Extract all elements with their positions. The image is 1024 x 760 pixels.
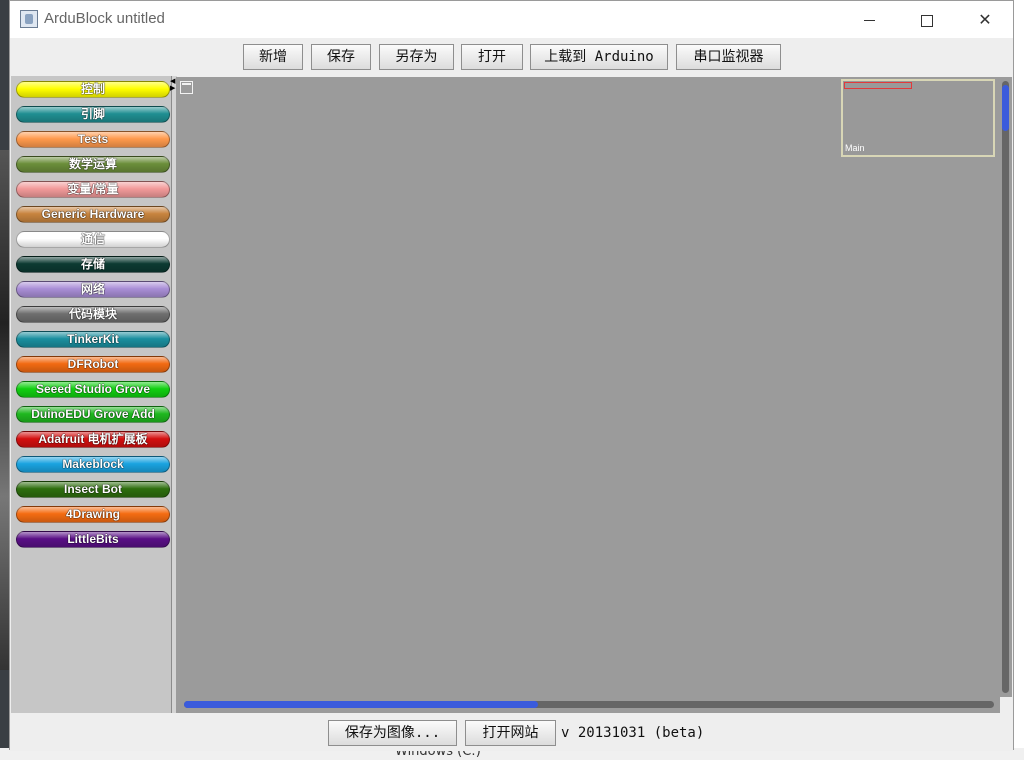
close-icon: ✕ <box>978 10 992 29</box>
toolbar: 新增 保存 另存为 打开 上载到 Arduino 串口监视器 <box>10 38 1013 76</box>
palette-drawer[interactable]: Adafruit 电机扩展板 <box>16 431 170 448</box>
vertical-scroll-thumb[interactable] <box>1002 85 1009 131</box>
minimize-icon <box>863 20 875 21</box>
palette-drawer[interactable]: Insect Bot <box>16 481 170 498</box>
status-bar: 保存为图像... 打开网站 v 20131031 (beta) <box>10 713 1013 751</box>
palette-drawer[interactable]: 代码模块 <box>16 306 170 323</box>
open-button[interactable]: 打开 <box>461 44 523 70</box>
serial-monitor-button[interactable]: 串口监视器 <box>676 44 781 70</box>
palette-drawer[interactable]: 4Drawing <box>16 506 170 523</box>
maximize-icon <box>921 14 933 27</box>
upload-to-arduino-button[interactable]: 上载到 Arduino <box>530 44 668 70</box>
version-label: v 20131031 (beta) <box>561 725 705 741</box>
new-button[interactable]: 新增 <box>243 44 303 70</box>
splitter-arrows-icon[interactable]: ◀ ▶ <box>170 78 175 92</box>
palette-drawer[interactable]: 控制 <box>16 81 170 98</box>
desktop-background-right <box>1014 0 1024 760</box>
horizontal-scrollbar[interactable] <box>176 697 1000 713</box>
palette-drawer[interactable]: 通信 <box>16 231 170 248</box>
workspace-canvas[interactable]: Main <box>176 77 1000 697</box>
save-as-image-button[interactable]: 保存为图像... <box>328 720 457 746</box>
desktop-background-left <box>0 150 9 670</box>
java-app-icon <box>20 10 38 28</box>
palette-drawer[interactable]: 引脚 <box>16 106 170 123</box>
palette-drawer[interactable]: 存储 <box>16 256 170 273</box>
title-bar[interactable]: ArduBlock untitled ✕ <box>10 1 1013 38</box>
palette-drawer[interactable]: 变量/常量 <box>16 181 170 198</box>
palette-drawer[interactable]: LittleBits <box>16 531 170 548</box>
minimize-button[interactable] <box>840 1 898 38</box>
palette-drawer[interactable]: TinkerKit <box>16 331 170 348</box>
palette-drawer[interactable]: Tests <box>16 131 170 148</box>
open-website-button[interactable]: 打开网站 <box>465 720 556 746</box>
save-as-button[interactable]: 另存为 <box>379 44 454 70</box>
maximize-button[interactable] <box>898 1 956 38</box>
palette-drawer[interactable]: Makeblock <box>16 456 170 473</box>
palette-drawer[interactable]: 数学运算 <box>16 156 170 173</box>
window-title: ArduBlock untitled <box>44 10 165 27</box>
vertical-scroll-track[interactable] <box>1002 81 1009 693</box>
ardublock-window: ArduBlock untitled ✕ 新增 保存 另存为 打开 上载到 Ar… <box>9 0 1014 751</box>
palette-drawer[interactable]: DFRobot <box>16 356 170 373</box>
minimap[interactable]: Main <box>841 79 995 157</box>
palette-drawer[interactable]: Generic Hardware <box>16 206 170 223</box>
minimap-label: Main <box>845 143 865 153</box>
block-palette: 控制引脚 Tests 数学运算变量/常量 Generic Hardware 通信存储网络… <box>11 76 172 713</box>
vertical-scrollbar[interactable] <box>1000 77 1012 697</box>
horizontal-scroll-thumb[interactable] <box>184 701 538 708</box>
palette-drawer[interactable]: DuinoEDU Grove Add <box>16 406 170 423</box>
save-button[interactable]: 保存 <box>311 44 371 70</box>
minimap-viewport[interactable] <box>844 82 912 89</box>
close-button[interactable]: ✕ <box>956 1 1014 38</box>
collapse-icon[interactable] <box>180 81 193 94</box>
palette-drawer[interactable]: 网络 <box>16 281 170 298</box>
palette-drawer[interactable]: Seeed Studio Grove <box>16 381 170 398</box>
